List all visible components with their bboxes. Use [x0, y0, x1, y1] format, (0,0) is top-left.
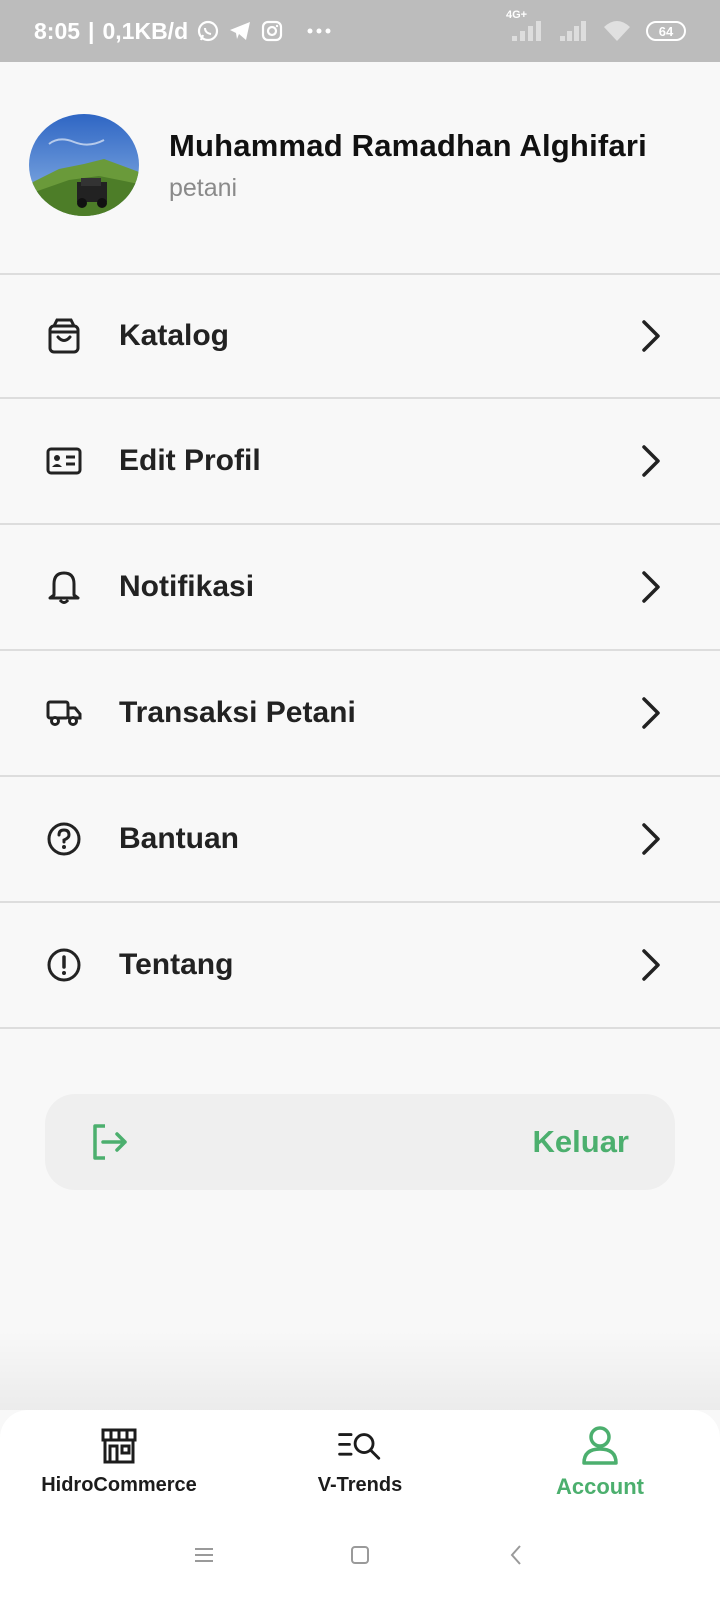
- nav-item-account[interactable]: Account: [540, 1424, 660, 1500]
- account-menu: Katalog Edit Profil Notifikasi Transaksi…: [0, 273, 720, 1029]
- avatar[interactable]: [29, 114, 139, 216]
- more-dots-icon: [306, 27, 332, 35]
- chevron-right-icon: [636, 945, 666, 985]
- status-bar: 8:05 | 0,1KB/d 4G+ 64: [0, 0, 720, 62]
- truck-icon: [44, 693, 84, 733]
- shopping-bag-icon: [44, 316, 84, 356]
- logout-button[interactable]: Keluar: [45, 1094, 675, 1190]
- back-icon[interactable]: [496, 1535, 536, 1575]
- store-icon: [97, 1424, 141, 1468]
- menu-item-label: Notifikasi: [119, 570, 255, 603]
- menu-item-notifikasi[interactable]: Notifikasi: [0, 525, 720, 651]
- menu-item-label: Bantuan: [119, 822, 239, 855]
- instagram-icon: [260, 19, 284, 43]
- id-card-icon: [44, 441, 84, 481]
- battery-icon: 64: [646, 21, 686, 41]
- help-circle-icon: [44, 819, 84, 859]
- menu-item-label: Tentang: [119, 948, 234, 981]
- logout-label: Keluar: [532, 1124, 629, 1159]
- menu-item-bantuan[interactable]: Bantuan: [0, 777, 720, 903]
- whatsapp-icon: [196, 19, 220, 43]
- chevron-right-icon: [636, 819, 666, 859]
- nav-item-hidrocommerce[interactable]: HidroCommerce: [36, 1424, 202, 1497]
- system-navigation-bar: [0, 1535, 720, 1575]
- status-left: 8:05 | 0,1KB/d: [34, 18, 332, 45]
- status-right: 4G+ 64: [506, 10, 686, 43]
- menu-item-edit-profil[interactable]: Edit Profil: [0, 399, 720, 525]
- status-time: 8:05: [34, 17, 81, 44]
- signal-icon: 4G+: [506, 10, 544, 42]
- chevron-right-icon: [636, 441, 666, 481]
- bottom-navigation: HidroCommerce V-Trends Account: [0, 1410, 720, 1600]
- menu-item-katalog[interactable]: Katalog: [0, 273, 720, 399]
- nav-label: Account: [556, 1474, 644, 1499]
- chevron-right-icon: [636, 567, 666, 607]
- home-icon[interactable]: [340, 1535, 380, 1575]
- menu-item-label: Edit Profil: [119, 444, 261, 477]
- menu-item-label: Transaksi Petani: [119, 696, 356, 729]
- nav-label: V-Trends: [317, 1474, 403, 1496]
- profile-text: Muhammad Ramadhan Alghifari petani: [169, 128, 647, 203]
- signal-icon: [558, 20, 588, 42]
- telegram-icon: [228, 19, 252, 43]
- profile-name: Muhammad Ramadhan Alghifari: [169, 128, 647, 163]
- menu-item-label: Katalog: [119, 319, 230, 352]
- profile-role: petani: [169, 174, 238, 202]
- nav-item-v-trends[interactable]: V-Trends: [300, 1424, 420, 1497]
- network-type-label: 4G+: [506, 9, 528, 21]
- status-separator: |: [88, 17, 95, 44]
- logout-icon: [89, 1122, 131, 1162]
- menu-item-transaksi-petani[interactable]: Transaksi Petani: [0, 651, 720, 777]
- profile-header: Muhammad Ramadhan Alghifari petani: [0, 62, 720, 273]
- wifi-icon: [602, 19, 632, 43]
- chevron-right-icon: [636, 316, 666, 356]
- bottom-nav-shadow: [0, 1330, 720, 1410]
- search-list-icon: [338, 1424, 382, 1468]
- nav-label: HidroCommerce: [41, 1474, 197, 1496]
- info-circle-icon: [44, 945, 84, 985]
- chevron-right-icon: [636, 693, 666, 733]
- menu-item-tentang[interactable]: Tentang: [0, 903, 720, 1029]
- user-icon: [578, 1424, 622, 1468]
- status-net-speed: 0,1KB/d: [102, 17, 189, 44]
- menu-icon[interactable]: [184, 1535, 224, 1575]
- bell-icon: [44, 567, 84, 607]
